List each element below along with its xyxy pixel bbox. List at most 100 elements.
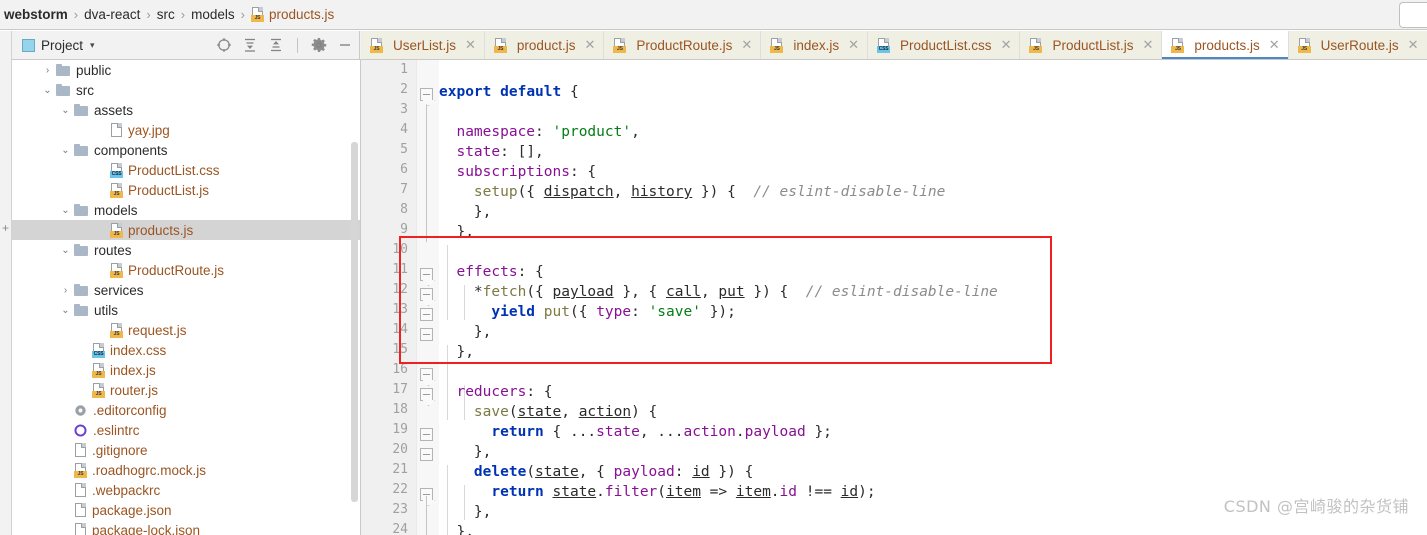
chevron-down-icon[interactable]: ⌄	[42, 85, 53, 96]
chevron-down-icon[interactable]: ⌄	[60, 145, 71, 156]
code-line[interactable]: },	[439, 342, 473, 362]
tree-item-public[interactable]: › public	[12, 60, 360, 80]
code-line[interactable]: return state.filter(item => item.id !== …	[439, 482, 875, 502]
breadcrumb-item-models[interactable]: models	[191, 7, 235, 22]
chevron-down-icon[interactable]: ⌄	[60, 105, 71, 116]
tree-item-products-js[interactable]: ›JSproducts.js	[12, 220, 360, 240]
code-line[interactable]: },	[439, 222, 473, 242]
code-line[interactable]: return { ...state, ...action.payload };	[439, 422, 832, 442]
breadcrumb-item-project[interactable]: webstorm	[0, 7, 68, 22]
tree-item-routes[interactable]: ⌄ routes	[12, 240, 360, 260]
tree-item-package-lock-json[interactable]: ›package-lock.json	[12, 520, 360, 535]
tree-item-webpackrc[interactable]: ›.webpackrc	[12, 480, 360, 500]
tree-item-index-css[interactable]: ›CSSindex.css	[12, 340, 360, 360]
fold-guide-line	[426, 96, 427, 242]
fold-end-subscriptions[interactable]	[420, 328, 433, 341]
chevron-right-icon[interactable]: ›	[60, 285, 71, 296]
collapse-all-icon[interactable]	[268, 37, 284, 53]
project-tree-scrollbar[interactable]	[350, 60, 359, 535]
tree-item-assets[interactable]: ⌄ assets	[12, 100, 360, 120]
tab-productlist-css[interactable]: CSS ProductList.css ✕	[868, 31, 1021, 59]
locate-file-icon[interactable]	[216, 37, 232, 53]
tree-item-eslintrc[interactable]: ›.eslintrc	[12, 420, 360, 440]
tab-index-js[interactable]: JS index.js ✕	[761, 31, 869, 59]
code-line[interactable]: },	[439, 202, 491, 222]
chevron-down-icon[interactable]: ⌄	[60, 205, 71, 216]
fold-toggle-setup[interactable]	[420, 288, 433, 301]
editor-code-area[interactable]: export default { namespace: 'product', s…	[439, 60, 1427, 535]
tree-item-src[interactable]: ⌄ src	[12, 80, 360, 100]
fold-toggle-effects[interactable]	[420, 368, 433, 381]
tab-productroute-js[interactable]: JS ProductRoute.js ✕	[604, 31, 762, 59]
code-line[interactable]: delete(state, { payload: id }) {	[439, 462, 753, 482]
code-line[interactable]: subscriptions: {	[439, 162, 596, 182]
breadcrumb-item-dva-react[interactable]: dva-react	[84, 7, 140, 22]
watermark: CSDN @宫崎骏的杂货铺	[1223, 497, 1409, 516]
code-line[interactable]: effects: {	[439, 262, 543, 282]
close-icon[interactable]: ✕	[1408, 37, 1419, 53]
close-icon[interactable]: ✕	[1001, 37, 1012, 53]
line-number: 1	[400, 62, 408, 77]
tab-userroute-js[interactable]: JS UserRoute.js ✕	[1288, 31, 1427, 59]
tree-item-components[interactable]: ⌄ components	[12, 140, 360, 160]
fold-end-setup[interactable]	[420, 308, 433, 321]
code-line[interactable]: save(state, action) {	[439, 402, 657, 422]
tree-item-productlist-js[interactable]: ›JSProductList.js	[12, 180, 360, 200]
tab-productlist-js[interactable]: JS ProductList.js ✕	[1020, 31, 1163, 59]
code-line[interactable]: state: [],	[439, 142, 543, 162]
tree-item-request-js[interactable]: ›JSrequest.js	[12, 320, 360, 340]
expand-all-icon[interactable]	[242, 37, 258, 53]
chevron-right-icon[interactable]: ›	[42, 65, 53, 76]
code-line[interactable]: export default {	[439, 82, 579, 102]
code-editor[interactable]: 1 2 3 4 5 6 7 8 9 10 11 12 13 14 15 16 17 18 19 20 21 22 23 24	[361, 60, 1427, 535]
editor-search-field-fragment[interactable]	[1399, 2, 1427, 28]
fold-toggle-fetch[interactable]	[420, 388, 433, 401]
code-line[interactable]: },	[439, 442, 491, 462]
close-icon[interactable]: ✕	[1143, 37, 1154, 53]
tree-item-yay-jpg[interactable]: ›yay.jpg	[12, 120, 360, 140]
breadcrumb-item-products-js[interactable]: JS products.js	[250, 7, 334, 22]
tree-item-utils[interactable]: ⌄ utils	[12, 300, 360, 320]
tree-item-router-js[interactable]: ›JSrouter.js	[12, 380, 360, 400]
tree-item-gitignore[interactable]: ›.gitignore	[12, 440, 360, 460]
project-panel-title-group[interactable]: Project ▾	[0, 38, 95, 53]
code-line[interactable]: },	[439, 502, 491, 522]
tree-item-roadhogrc-mock-js[interactable]: ›JS.roadhogrc.mock.js	[12, 460, 360, 480]
tab-product-js[interactable]: JS product.js ✕	[484, 31, 605, 59]
tree-item-productroute-js[interactable]: ›JSProductRoute.js	[12, 260, 360, 280]
fold-guide-line	[426, 496, 427, 535]
breadcrumb-item-src[interactable]: src	[157, 7, 175, 22]
tab-products-js[interactable]: JS products.js ✕	[1162, 31, 1289, 59]
tree-item-productlist-css[interactable]: ›CSSProductList.css	[12, 160, 360, 180]
close-icon[interactable]: ✕	[584, 37, 595, 53]
code-line[interactable]: *fetch({ payload }, { call, put }) { // …	[439, 282, 998, 302]
code-line[interactable]: },	[439, 522, 473, 535]
fold-toggle-subscriptions[interactable]	[420, 268, 433, 281]
close-icon[interactable]: ✕	[1269, 37, 1280, 53]
fold-end-fetch[interactable]	[420, 428, 433, 441]
project-tree[interactable]: › public ⌄ src ⌄ assets ›yay.jpg ⌄ components › CS…	[12, 60, 361, 535]
tab-userlist-js[interactable]: JS UserList.js ✕	[361, 31, 485, 59]
close-icon[interactable]: ✕	[465, 37, 476, 53]
code-line[interactable]: namespace: 'product',	[439, 122, 639, 142]
tree-item-services[interactable]: › services	[12, 280, 360, 300]
scrollbar-thumb[interactable]	[351, 142, 358, 502]
tree-item-models[interactable]: ⌄ models	[12, 200, 360, 220]
add-icon[interactable]: +	[2, 221, 9, 235]
code-line[interactable]: setup({ dispatch, history }) { // eslint…	[439, 182, 945, 202]
gear-icon[interactable]	[311, 37, 327, 53]
code-line[interactable]: },	[439, 322, 491, 342]
hide-panel-icon[interactable]	[337, 37, 353, 53]
fold-end-effects[interactable]	[420, 448, 433, 461]
code-line[interactable]: reducers: {	[439, 382, 552, 402]
code-line[interactable]: yield put({ type: 'save' });	[439, 302, 736, 322]
tree-item-package-json[interactable]: ›package.json	[12, 500, 360, 520]
chevron-down-icon[interactable]: ⌄	[60, 245, 71, 256]
close-icon[interactable]: ✕	[741, 37, 752, 53]
chevron-down-icon[interactable]: ▾	[90, 40, 95, 51]
close-icon[interactable]: ✕	[848, 37, 859, 53]
fold-toggle-export[interactable]	[420, 88, 433, 101]
chevron-down-icon[interactable]: ⌄	[60, 305, 71, 316]
tree-item-index-js[interactable]: ›JSindex.js	[12, 360, 360, 380]
tree-item-editorconfig[interactable]: ›.editorconfig	[12, 400, 360, 420]
